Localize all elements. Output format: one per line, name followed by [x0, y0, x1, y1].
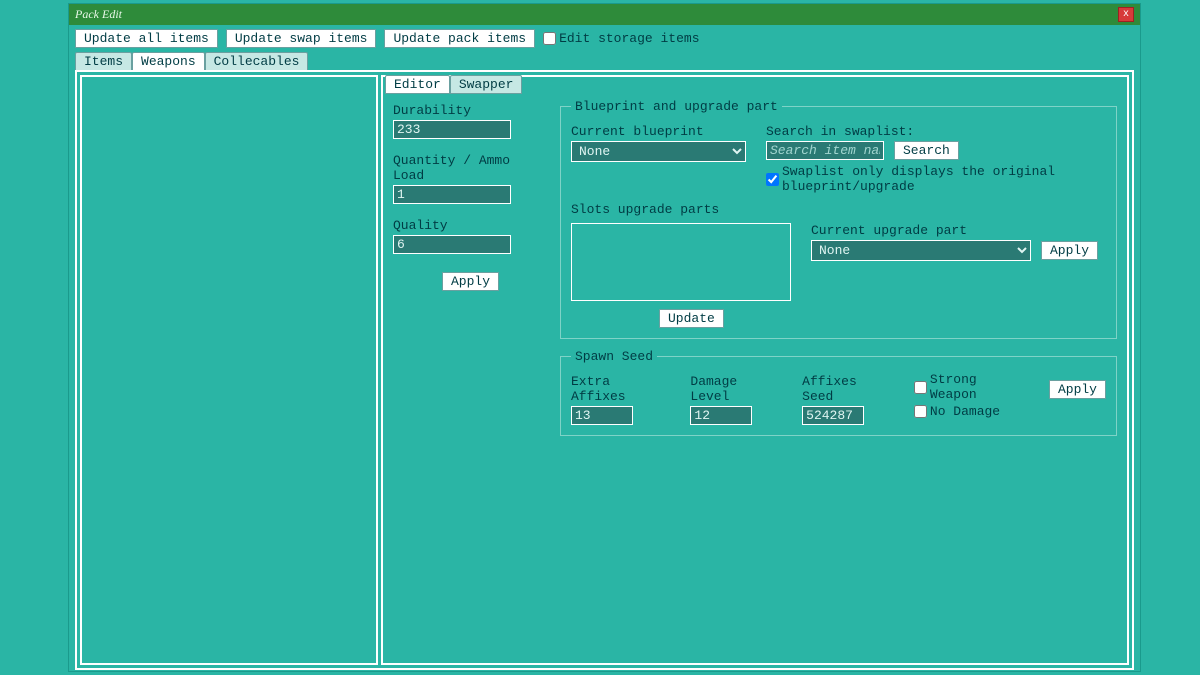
- update-pack-button[interactable]: Update pack items: [384, 29, 535, 48]
- content-area: Editor Swapper Durability Quantity / Amm…: [75, 70, 1134, 670]
- update-all-button[interactable]: Update all items: [75, 29, 218, 48]
- search-button[interactable]: Search: [894, 141, 959, 160]
- strong-weapon-wrap[interactable]: Strong Weapon: [914, 372, 1029, 402]
- close-icon[interactable]: x: [1118, 7, 1134, 22]
- no-damage-checkbox[interactable]: [914, 405, 927, 418]
- search-swaplist-label: Search in swaplist:: [766, 124, 1106, 139]
- update-swap-button[interactable]: Update swap items: [226, 29, 377, 48]
- current-blueprint-select[interactable]: None: [571, 141, 746, 162]
- extra-affixes-label: Extra Affixes: [571, 374, 670, 404]
- editor-body: Durability Quantity / Ammo Load Quality …: [383, 77, 1127, 456]
- quantity-input[interactable]: [393, 185, 511, 204]
- quantity-label: Quantity / Ammo Load: [393, 153, 548, 183]
- current-upgrade-label: Current upgrade part: [811, 223, 1106, 238]
- strong-weapon-checkbox[interactable]: [914, 381, 927, 394]
- blueprint-update-button[interactable]: Update: [659, 309, 724, 328]
- toolbar: Update all items Update swap items Updat…: [69, 25, 1140, 50]
- window-title: Pack Edit: [75, 7, 122, 22]
- durability-input[interactable]: [393, 120, 511, 139]
- durability-label: Durability: [393, 103, 548, 118]
- item-list-panel: [80, 75, 378, 665]
- blueprint-fieldset: Blueprint and upgrade part Current bluep…: [560, 99, 1117, 339]
- spawn-seed-fieldset: Spawn Seed Extra Affixes Damage Level: [560, 349, 1117, 436]
- damage-level-label: Damage Level: [690, 374, 782, 404]
- seed-apply-button[interactable]: Apply: [1049, 380, 1106, 399]
- titlebar: Pack Edit x: [69, 4, 1140, 25]
- swaplist-only-label: Swaplist only displays the original blue…: [782, 164, 1106, 194]
- damage-level-input[interactable]: [690, 406, 752, 425]
- edit-storage-checkbox[interactable]: [543, 32, 556, 45]
- blueprint-column: Blueprint and upgrade part Current bluep…: [560, 99, 1117, 446]
- stats-column: Durability Quantity / Ammo Load Quality …: [393, 99, 548, 446]
- extra-affixes-input[interactable]: [571, 406, 633, 425]
- quality-label: Quality: [393, 218, 548, 233]
- editor-panel: Editor Swapper Durability Quantity / Amm…: [381, 75, 1129, 665]
- strong-weapon-label: Strong Weapon: [930, 372, 1029, 402]
- affixes-seed-input[interactable]: [802, 406, 864, 425]
- quality-input[interactable]: [393, 235, 511, 254]
- stats-apply-button[interactable]: Apply: [442, 272, 499, 291]
- tab-weapons[interactable]: Weapons: [132, 52, 205, 70]
- tab-items[interactable]: Items: [75, 52, 132, 70]
- blueprint-legend: Blueprint and upgrade part: [571, 99, 782, 114]
- slots-upgrade-list[interactable]: [571, 223, 791, 301]
- tab-collecables[interactable]: Collecables: [205, 52, 309, 70]
- spawn-seed-legend: Spawn Seed: [571, 349, 657, 364]
- edit-storage-label: Edit storage items: [559, 31, 699, 46]
- subtab-editor[interactable]: Editor: [385, 75, 450, 94]
- edit-storage-checkbox-wrap[interactable]: Edit storage items: [543, 31, 699, 46]
- upgrade-apply-button[interactable]: Apply: [1041, 241, 1098, 260]
- swaplist-only-wrap[interactable]: Swaplist only displays the original blue…: [766, 164, 1106, 194]
- no-damage-label: No Damage: [930, 404, 1000, 419]
- sub-tabs: Editor Swapper: [385, 75, 522, 94]
- search-swaplist-input[interactable]: [766, 141, 884, 160]
- no-damage-wrap[interactable]: No Damage: [914, 404, 1029, 419]
- current-upgrade-select[interactable]: None: [811, 240, 1031, 261]
- affixes-seed-label: Affixes Seed: [802, 374, 894, 404]
- swaplist-only-checkbox[interactable]: [766, 173, 779, 186]
- main-tabs: Items Weapons Collecables: [69, 52, 1140, 70]
- app-window: Pack Edit x Update all items Update swap…: [68, 3, 1141, 672]
- slots-upgrade-label: Slots upgrade parts: [571, 202, 1106, 217]
- current-blueprint-label: Current blueprint: [571, 124, 746, 139]
- subtab-swapper[interactable]: Swapper: [450, 75, 523, 94]
